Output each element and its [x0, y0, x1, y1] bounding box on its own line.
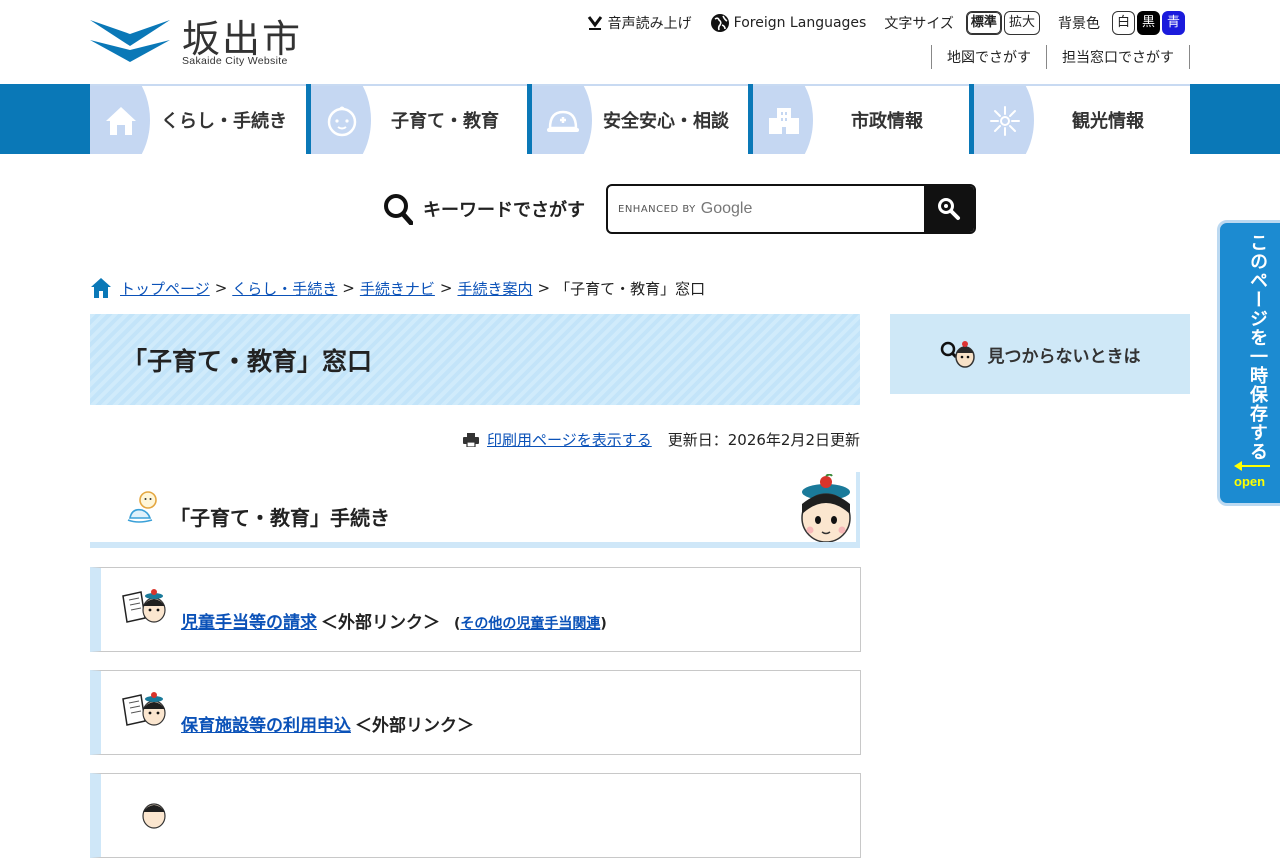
save-page-tab[interactable]: このページを一時保存する open	[1217, 220, 1280, 506]
procedure-card	[90, 773, 861, 858]
nav-item-safety[interactable]: 安全安心・相談	[532, 84, 748, 154]
nav-item-tourism[interactable]: 観光情報	[974, 84, 1190, 154]
mascot-magnifier-icon	[940, 341, 975, 368]
office-search-link[interactable]: 担当窓口でさがす	[1046, 45, 1190, 69]
related-child-allowance-link[interactable]: その他の児童手当関連	[460, 616, 600, 632]
related-link-close: )	[600, 616, 607, 632]
bg-white-button[interactable]: 白	[1111, 11, 1135, 35]
font-size-label: 文字サイズ	[884, 16, 954, 32]
building-icon	[763, 103, 805, 139]
nav-item-living[interactable]: くらし・手続き	[90, 84, 306, 154]
book-mascot-icon	[122, 692, 166, 726]
nav-label-city-info: 市政情報	[851, 111, 923, 132]
mascot-icon	[801, 474, 851, 542]
search-input[interactable]: ENHANCED BY Google	[608, 186, 924, 232]
not-found-label: 見つからないときは	[987, 346, 1141, 367]
house-icon	[100, 103, 142, 139]
child-allowance-link[interactable]: 児童手当等の請求	[181, 608, 317, 633]
save-page-label: このページを一時保存する	[1247, 233, 1268, 461]
section-heading: 「子育て・教育」手続き	[90, 472, 860, 548]
breadcrumb-link-living[interactable]: くらし・手続き	[232, 278, 337, 299]
utility-bar: 音声読み上げ Foreign Languages 文字サイズ 標準 拡大 背景色…	[568, 10, 1185, 36]
nursery-application-link[interactable]: 保育施設等の利用申込	[181, 711, 351, 736]
breadcrumb-separator: >	[439, 279, 453, 297]
home-icon[interactable]	[90, 277, 112, 299]
nav-item-city-info[interactable]: 市政情報	[753, 84, 969, 154]
breadcrumb-link-navi[interactable]: 手続きナビ	[360, 278, 435, 299]
font-standard-button[interactable]: 標準	[965, 11, 1002, 35]
breadcrumb-separator: >	[537, 279, 551, 297]
external-link-label: ＜外部リンク＞	[355, 716, 474, 736]
not-found-button[interactable]: 見つからないときは	[890, 314, 1190, 394]
map-search-link[interactable]: 地図でさがす	[931, 45, 1046, 69]
arrow-left-icon	[1234, 461, 1270, 471]
print-link[interactable]: 印刷用ページを表示する	[463, 429, 652, 450]
external-link-label: ＜外部リンク＞	[321, 613, 440, 633]
logo-mark-icon	[90, 20, 170, 62]
procedure-card: 児童手当等の請求 ＜外部リンク＞ (その他の児童手当関連)	[90, 567, 861, 652]
voice-reader-label: 音声読み上げ	[607, 16, 692, 32]
book-mascot-icon	[122, 589, 166, 623]
card-row: 保育施設等の利用申込 ＜外部リンク＞	[181, 711, 474, 736]
page-meta: 印刷用ページを表示する 更新日：2026年2月2日更新	[463, 429, 860, 450]
magnifier-icon	[384, 194, 413, 225]
breadcrumb-link-guide[interactable]: 手続き案内	[457, 278, 532, 299]
keyword-search-label: キーワードでさがす	[423, 200, 585, 221]
bg-blue-button[interactable]: 青	[1161, 11, 1185, 35]
breadcrumb-link-top[interactable]: トップページ	[120, 278, 210, 299]
section-heading-text: 「子育て・教育」手続き	[170, 506, 390, 530]
keyword-search-heading: キーワードでさがす	[383, 193, 585, 225]
global-nav: くらし・手続き 子育て・教育 安全安心・相談 市政情報 観光情報	[90, 84, 1190, 154]
nav-item-childcare[interactable]: 子育て・教育	[311, 84, 527, 154]
procedure-card: 保育施設等の利用申込 ＜外部リンク＞	[90, 670, 861, 755]
firework-icon	[984, 103, 1026, 139]
print-link-label[interactable]: 印刷用ページを表示する	[487, 429, 652, 450]
bg-black-button[interactable]: 黒	[1136, 11, 1160, 35]
breadcrumb-separator: >	[214, 279, 228, 297]
nav-label-childcare: 子育て・教育	[391, 111, 499, 132]
site-header: 坂出市 Sakaide City Website 音声読み上げ Foreign …	[0, 0, 1280, 84]
site-logo[interactable]: 坂出市 Sakaide City Website	[90, 10, 310, 70]
baby-icon	[127, 491, 157, 523]
foreign-languages-label: Foreign Languages	[733, 15, 867, 31]
foreign-languages-link[interactable]: Foreign Languages	[710, 13, 867, 33]
printer-icon	[463, 432, 480, 447]
updated-date: 更新日：2026年2月2日更新	[667, 431, 860, 449]
card-row: 児童手当等の請求 ＜外部リンク＞ (その他の児童手当関連)	[181, 608, 607, 633]
related-link-wrapper: (その他の児童手当関連)	[454, 613, 607, 633]
voice-reader-link[interactable]: 音声読み上げ	[586, 13, 692, 33]
font-large-button[interactable]: 拡大	[1003, 11, 1040, 35]
globe-icon	[710, 13, 730, 33]
search-icon	[938, 198, 960, 220]
logo-subtitle: Sakaide City Website	[182, 55, 288, 67]
nav-label-tourism: 観光情報	[1072, 111, 1144, 132]
nav-label-living: くらし・手続き	[161, 111, 287, 132]
search-form: ENHANCED BY Google	[606, 184, 976, 234]
page-title: 「子育て・教育」窓口	[90, 314, 860, 405]
breadcrumb-current: 「子育て・教育」窓口	[555, 279, 706, 298]
search-placeholder-prefix: ENHANCED BY	[618, 203, 696, 215]
breadcrumb-separator: >	[342, 279, 355, 297]
search-placeholder-brand: Google	[700, 200, 753, 217]
voice-icon	[586, 15, 604, 31]
bg-color-label: 背景色	[1057, 16, 1100, 32]
baby-face-icon	[321, 103, 363, 139]
save-page-open-label: open	[1234, 474, 1266, 489]
breadcrumb: トップページ > くらし・手続き > 手続きナビ > 手続き案内 > 「子育て・…	[90, 277, 705, 299]
nav-label-safety: 安全安心・相談	[603, 111, 729, 132]
search-button[interactable]	[924, 186, 974, 232]
sub-links: 地図でさがす 担当窓口でさがす	[931, 45, 1190, 69]
helmet-icon	[542, 103, 584, 139]
